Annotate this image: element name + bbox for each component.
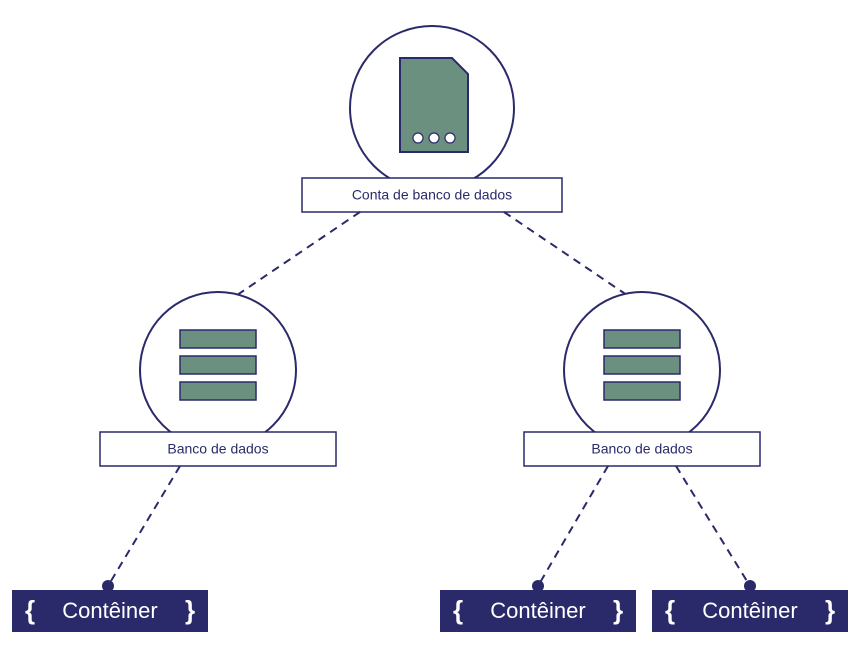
container-node-1: { Contêiner } xyxy=(12,590,208,632)
database-label: Banco de dados xyxy=(591,441,692,457)
connector-db-container-1 xyxy=(102,466,180,592)
account-label: Conta de banco de dados xyxy=(352,187,512,203)
bar-icon xyxy=(180,382,256,400)
container-node-2: { Contêiner } xyxy=(440,590,636,632)
container-label: Contêiner xyxy=(62,598,157,623)
dot-icon xyxy=(445,133,455,143)
bar-icon xyxy=(180,330,256,348)
account-node: Conta de banco de dados xyxy=(302,26,562,212)
bar-icon xyxy=(604,330,680,348)
hierarchy-diagram: Conta de banco de dados Banco de dados B… xyxy=(0,0,864,672)
brace-left-icon: { xyxy=(25,595,35,625)
dot-icon xyxy=(429,133,439,143)
brace-left-icon: { xyxy=(665,595,675,625)
database-node-left: Banco de dados xyxy=(100,292,336,466)
database-label: Banco de dados xyxy=(167,441,268,457)
bar-icon xyxy=(604,356,680,374)
bar-icon xyxy=(604,382,680,400)
brace-right-icon: } xyxy=(825,595,835,625)
container-label: Contêiner xyxy=(702,598,797,623)
brace-right-icon: } xyxy=(185,595,195,625)
brace-left-icon: { xyxy=(453,595,463,625)
container-node-3: { Contêiner } xyxy=(652,590,848,632)
connector-db-container-2 xyxy=(532,466,608,592)
container-label: Contêiner xyxy=(490,598,585,623)
database-node-right: Banco de dados xyxy=(524,292,760,466)
dot-icon xyxy=(413,133,423,143)
connector-db-container-3 xyxy=(676,466,756,592)
bar-icon xyxy=(180,356,256,374)
brace-right-icon: } xyxy=(613,595,623,625)
